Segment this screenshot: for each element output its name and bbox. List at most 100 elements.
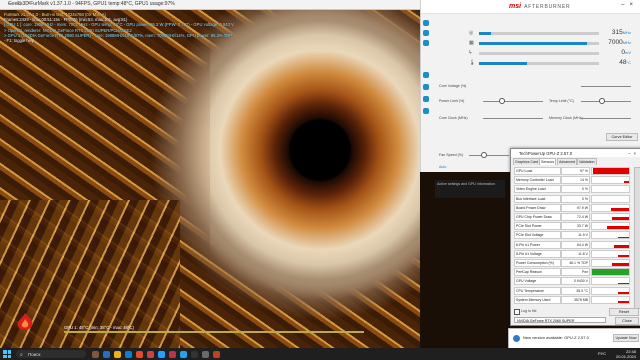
- taskbar-app-icon[interactable]: [125, 350, 132, 358]
- sensor-graph: [591, 194, 630, 203]
- sensor-value: 46.1 % TDP: [561, 259, 590, 267]
- reset-button[interactable]: Reset: [609, 308, 639, 316]
- language-indicator[interactable]: РУС: [598, 351, 606, 356]
- core-voltage-slider[interactable]: [581, 86, 631, 87]
- sensor-row: PCIe Slot Voltage 11.9 V: [513, 231, 630, 240]
- sensor-graph: [591, 277, 630, 286]
- monitor-icon[interactable]: [423, 84, 429, 90]
- taskbar-app-icon[interactable]: [92, 350, 99, 358]
- sensor-graph: [591, 176, 630, 185]
- sensor-name[interactable]: Bus Interface Load: [514, 194, 561, 203]
- sensor-name[interactable]: System Memory Used: [514, 295, 561, 304]
- taskbar-app-icon[interactable]: [191, 350, 198, 358]
- afterburner-description-box: Active settings and GPU information: [435, 180, 505, 198]
- tab-advanced[interactable]: Advanced: [557, 158, 577, 165]
- sensor-graph-fill: [606, 225, 629, 230]
- sensor-graph-fill: [593, 168, 629, 174]
- sensor-name[interactable]: PerfCap Reason: [514, 268, 561, 277]
- sensor-value: 0 %: [561, 194, 590, 203]
- sensor-name[interactable]: PCIe Slot Power: [514, 222, 561, 231]
- temp-limit-knob[interactable]: [599, 98, 605, 104]
- taskbar-app-icon[interactable]: [147, 350, 154, 358]
- gpuz-titlebar[interactable]: TechPowerUp GPU-Z 2.57.0 –×: [511, 149, 640, 157]
- sensor-graph: [591, 259, 630, 267]
- taskbar-app-icon[interactable]: [103, 350, 110, 358]
- mem-clock-value: 7000MHz: [608, 39, 631, 46]
- close-button[interactable]: Close: [615, 317, 639, 325]
- sensor-row: GPU Load 97 %: [513, 167, 630, 175]
- sensor-name[interactable]: CPU Temperature: [514, 286, 561, 295]
- window-controls[interactable]: –×: [628, 151, 639, 156]
- window-controls[interactable]: –□×: [8, 1, 418, 7]
- sensor-value: 0 %: [561, 185, 590, 194]
- sensor-name[interactable]: GPU Chip Power Draw: [514, 213, 561, 221]
- sensor-name[interactable]: Video Engine Load: [514, 185, 561, 194]
- sensor-graph: [591, 203, 630, 212]
- tab-graphics-card[interactable]: Graphics Card: [513, 158, 541, 165]
- sensor-value: 72.4 W: [561, 213, 590, 221]
- taskbar-app-icon[interactable]: [202, 350, 209, 358]
- sensor-value: 11.8 V: [561, 249, 590, 258]
- sensor-graph-fill: [617, 301, 629, 303]
- gpu-select-dropdown[interactable]: NVIDIA GeForce RTX 2060 SUPER: [514, 317, 606, 323]
- sensor-name[interactable]: 8-Pin #1 Voltage: [514, 249, 561, 258]
- osd-icon[interactable]: [423, 30, 429, 36]
- sensor-name[interactable]: Board Power Draw: [514, 203, 561, 212]
- taskbar-search[interactable]: ⌕ Поиск: [16, 350, 86, 358]
- sensor-graph: [591, 295, 630, 304]
- render-window-titlebar[interactable]: Geeks3D FurMark v1.37.1.0 - 94FPS, GPU1 …: [0, 0, 420, 10]
- power-limit-label: Power Limit (%): [439, 99, 465, 103]
- tab-validation[interactable]: Validation: [577, 158, 597, 165]
- sensor-graph-fill: [612, 217, 629, 220]
- power-limit-knob[interactable]: [499, 98, 505, 104]
- fan-speed-slider[interactable]: [469, 155, 509, 156]
- windows-start-icon[interactable]: [3, 350, 11, 358]
- voltage-value: 0mV: [621, 49, 631, 56]
- apply-icon[interactable]: [423, 108, 429, 114]
- log-to-file-label: Log to file: [521, 309, 537, 313]
- mem-clock-fill: [479, 42, 587, 45]
- info-icon[interactable]: [423, 72, 429, 78]
- window-controls[interactable]: –×: [621, 2, 638, 8]
- settings-icon[interactable]: [423, 20, 429, 26]
- taskbar-app-icon[interactable]: [114, 350, 121, 358]
- memory-clock-label: Memory Clock (MHz): [549, 116, 583, 120]
- sensor-name[interactable]: GPU Load: [514, 167, 561, 175]
- sensor-name[interactable]: Memory Controller Load: [514, 176, 561, 185]
- oc-scanner-icon[interactable]: [423, 40, 429, 46]
- tab-sensors[interactable]: Sensors: [539, 158, 557, 165]
- sensor-graph-fill: [617, 236, 629, 239]
- temp-limit-slider[interactable]: [581, 101, 631, 102]
- power-limit-slider[interactable]: [483, 101, 543, 102]
- sensor-value: 35.0 °C: [561, 286, 590, 295]
- memory-clock-slider[interactable]: [581, 118, 631, 119]
- taskbar-app-icon[interactable]: [213, 350, 220, 358]
- system-tray[interactable]: 22:48 20.01.2024: [616, 349, 636, 359]
- mem-clock-bar: [479, 42, 599, 45]
- sensor-graph: [591, 213, 630, 221]
- core-clock-slider[interactable]: [483, 118, 543, 119]
- profile-icon[interactable]: [423, 96, 429, 102]
- sensor-graph-fill: [617, 282, 629, 285]
- update-now-button[interactable]: Update Now: [613, 334, 639, 342]
- sensor-graph: [591, 240, 630, 249]
- curve-editor-button[interactable]: Curve Editor: [606, 133, 638, 141]
- sensor-name[interactable]: Power Consumption (%): [514, 259, 561, 267]
- sensor-name[interactable]: GPU Voltage: [514, 277, 561, 286]
- sensor-value: 33.7 W: [561, 222, 590, 231]
- taskbar-app-icon[interactable]: [136, 350, 143, 358]
- log-to-file-checkbox[interactable]: [514, 309, 520, 315]
- furmark-eye-render: [210, 10, 420, 310]
- sensor-name[interactable]: 8-Pin #1 Power: [514, 240, 561, 249]
- sensor-graph-fill: [610, 207, 629, 211]
- fan-speed-knob[interactable]: [481, 152, 487, 158]
- sensor-graph: [591, 185, 630, 194]
- fan-auto-toggle[interactable]: Auto: [439, 165, 446, 169]
- temp-bar: [479, 62, 599, 65]
- taskbar-app-icon[interactable]: [180, 350, 187, 358]
- taskbar-app-icon[interactable]: [169, 350, 176, 358]
- temp-fill: [479, 62, 527, 65]
- taskbar-app-icon[interactable]: [158, 350, 165, 358]
- sensor-name[interactable]: PCIe Slot Voltage: [514, 231, 561, 240]
- sensor-scrollbar[interactable]: [634, 167, 640, 309]
